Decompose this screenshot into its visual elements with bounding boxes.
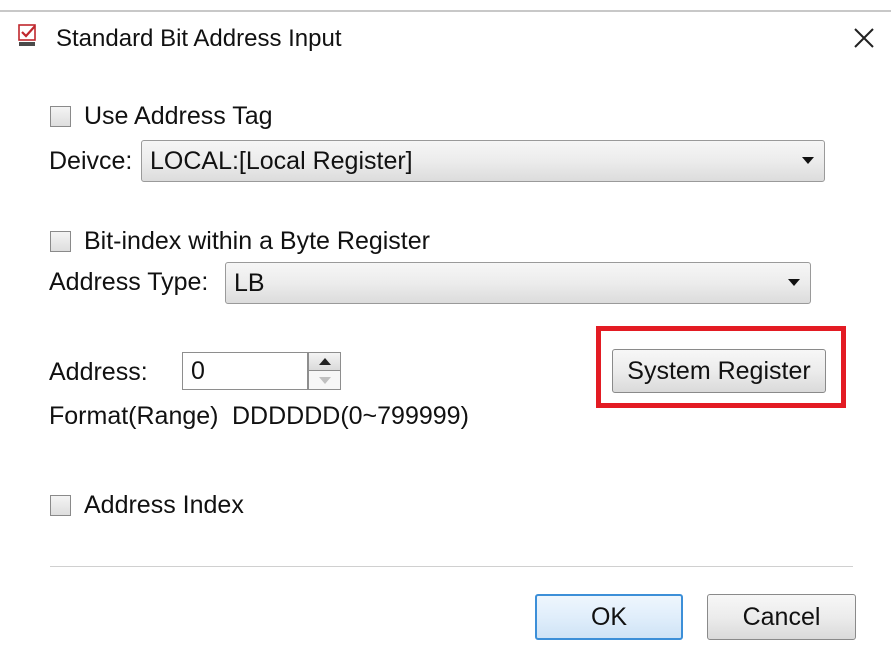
decrement-button[interactable] [308,371,341,390]
address-stepper[interactable] [308,352,341,390]
use-address-tag-checkbox[interactable] [50,106,71,127]
format-range-value: DDDDDD(0~799999) [232,402,469,430]
chevron-down-icon [802,157,814,164]
bit-index-label: Bit-index within a Byte Register [84,227,430,255]
device-select[interactable]: LOCAL:[Local Register] [141,140,825,182]
address-type-select[interactable]: LB [225,262,811,304]
bit-index-checkbox[interactable] [50,231,71,252]
chevron-down-icon [788,279,800,286]
use-address-tag-label: Use Address Tag [84,102,273,130]
address-type-select-value: LB [234,269,265,297]
highlight-annotation [596,326,846,408]
address-type-label: Address Type: [49,268,209,296]
window-top-border [0,10,891,12]
window-title: Standard Bit Address Input [56,25,342,52]
address-label: Address: [49,358,148,386]
close-icon[interactable] [848,22,880,54]
title-bar: Standard Bit Address Input [0,14,891,64]
address-input[interactable]: 0 [182,352,308,390]
footer-divider [50,566,853,567]
address-index-checkbox[interactable] [50,495,71,516]
address-index-label: Address Index [84,491,244,519]
device-select-value: LOCAL:[Local Register] [150,147,413,175]
arrow-down-icon [319,377,331,384]
cancel-button[interactable]: Cancel [707,594,856,640]
device-label: Deivce: [49,147,133,175]
standard-bit-address-input-dialog: Standard Bit Address Input Use Address T… [0,0,891,662]
arrow-up-icon [319,358,331,365]
format-label: Format(Range) [49,402,219,430]
increment-button[interactable] [308,352,341,371]
ok-button[interactable]: OK [535,594,683,640]
checkmark-app-icon [18,24,36,46]
